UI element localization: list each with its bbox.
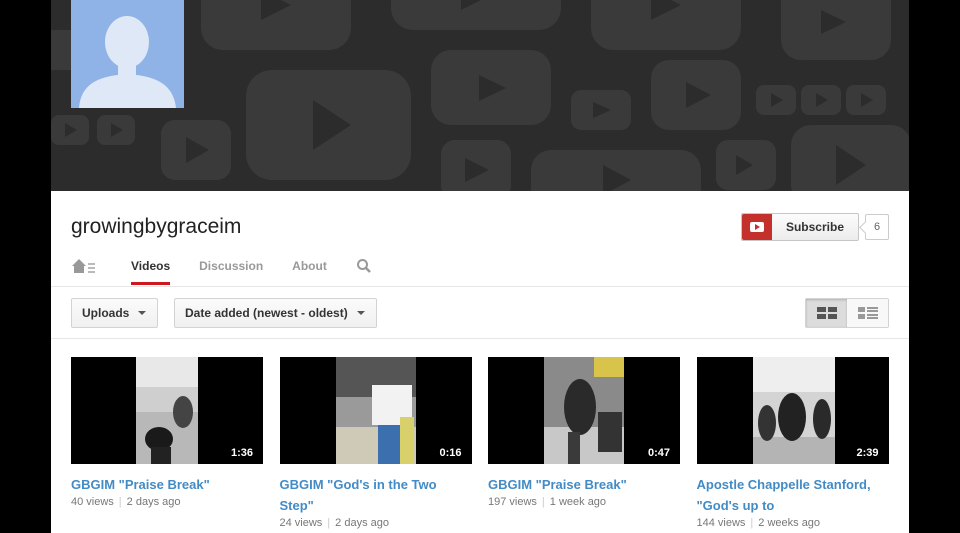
video-title-link[interactable]: Apostle Chappelle Stanford, "God's up to	[697, 474, 889, 516]
meta-divider: |	[750, 517, 754, 529]
video-title-link[interactable]: GBGIM "Praise Break"	[71, 474, 263, 495]
tab-home[interactable]	[71, 255, 97, 285]
home-icon	[72, 259, 95, 273]
view-count: 24 views	[279, 517, 323, 529]
video-duration: 1:36	[227, 446, 256, 460]
view-count: 144 views	[696, 517, 746, 529]
chevron-down-icon	[356, 311, 365, 315]
view-count: 40 views	[71, 496, 114, 508]
video-meta: 197 views | 1 week ago	[488, 496, 680, 508]
search-icon	[356, 259, 371, 273]
list-view-icon	[857, 307, 878, 319]
sort-dropdown[interactable]: Date added (newest - oldest)	[174, 298, 377, 328]
grid-view-button[interactable]	[806, 299, 847, 327]
video-toolbar: Uploads Date added (newest - oldest)	[51, 287, 909, 339]
tab-videos[interactable]: Videos	[131, 255, 171, 285]
meta-divider: |	[118, 496, 122, 508]
uploads-dropdown[interactable]: Uploads	[71, 298, 159, 328]
video-thumbnail[interactable]: 0:16	[279, 357, 472, 464]
uploads-dropdown-label: Uploads	[82, 306, 130, 320]
channel-header: growingbygraceim Subscribe 6 Videos Disc…	[51, 191, 909, 287]
upload-age: 2 days ago	[126, 496, 181, 508]
subscriber-count: 6	[865, 214, 889, 240]
subscribe-button[interactable]: Subscribe	[740, 213, 859, 241]
channel-name[interactable]: growingbygraceim	[71, 215, 241, 239]
meta-divider: |	[327, 517, 331, 529]
view-mode-toggle	[805, 298, 889, 328]
channel-avatar[interactable]	[71, 0, 184, 108]
sort-dropdown-label: Date added (newest - oldest)	[185, 306, 348, 320]
upload-age: 1 week ago	[549, 496, 607, 508]
video-card[interactable]: 0:16 GBGIM "God's in the Two Step" 24 vi…	[279, 357, 472, 529]
screen: growingbygraceim Subscribe 6 Videos Disc…	[0, 0, 960, 533]
video-grid: 1:36 GBGIM "Praise Break" 40 views | 2 day…	[71, 357, 889, 529]
video-thumbnail[interactable]: 0:47	[488, 357, 680, 464]
tab-search[interactable]	[356, 255, 372, 285]
default-user-silhouette-icon	[79, 16, 176, 108]
video-card[interactable]: 2:39 Apostle Chappelle Stanford, "God's …	[696, 357, 889, 529]
upload-age: 2 days ago	[335, 517, 389, 529]
video-card[interactable]: 0:47 GBGIM "Praise Break" 197 views | 1 we…	[488, 357, 680, 529]
list-view-button[interactable]	[847, 299, 888, 327]
video-duration: 0:16	[436, 446, 465, 460]
channel-banner	[51, 0, 909, 191]
video-title-link[interactable]: GBGIM "Praise Break"	[488, 474, 680, 495]
video-thumbnail[interactable]: 1:36	[71, 357, 263, 464]
channel-tabs: Videos Discussion About	[71, 255, 401, 287]
grid-view-icon	[816, 307, 837, 319]
video-meta: 40 views | 2 days ago	[71, 496, 263, 508]
tab-about[interactable]: About	[292, 255, 327, 285]
video-duration: 0:47	[644, 446, 673, 460]
video-thumbnail[interactable]: 2:39	[696, 357, 889, 464]
subscribe-label: Subscribe	[785, 220, 844, 234]
video-card[interactable]: 1:36 GBGIM "Praise Break" 40 views | 2 day…	[71, 357, 263, 529]
youtube-logo-icon	[741, 214, 772, 240]
video-duration: 2:39	[853, 446, 882, 460]
tab-discussion[interactable]: Discussion	[199, 255, 263, 285]
video-meta: 144 views | 2 weeks ago	[697, 517, 889, 529]
chevron-down-icon	[138, 311, 147, 315]
view-count: 197 views	[488, 496, 537, 508]
meta-divider: |	[541, 496, 545, 508]
video-title-link[interactable]: GBGIM "God's in the Two Step"	[280, 474, 472, 516]
upload-age: 2 weeks ago	[758, 517, 821, 529]
video-meta: 24 views | 2 days ago	[280, 517, 472, 529]
